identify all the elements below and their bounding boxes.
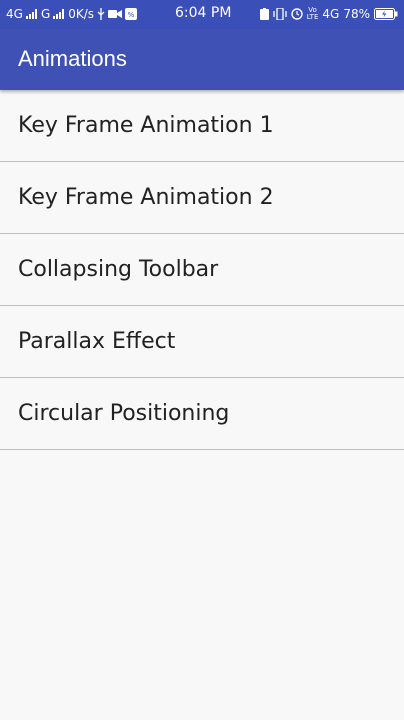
battery-percent: 78% — [343, 7, 370, 21]
status-time: 6:04 PM — [175, 5, 232, 21]
network-type-1: 4G — [6, 7, 23, 21]
list-item-circular-positioning[interactable]: Circular Positioning — [0, 378, 404, 450]
list-item-parallax-effect[interactable]: Parallax Effect — [0, 306, 404, 378]
app-toolbar: Animations — [0, 29, 404, 90]
network-type-3: 4G — [322, 7, 340, 21]
list-item-label: Parallax Effect — [18, 329, 176, 354]
status-left: 4G G 0K/s % — [6, 7, 138, 21]
list-item-collapsing-toolbar[interactable]: Collapsing Toolbar — [0, 234, 404, 306]
battery-saver-icon — [259, 8, 269, 20]
list-item-label: Circular Positioning — [18, 401, 230, 426]
vibrate-icon — [273, 8, 287, 20]
list-item-label: Collapsing Toolbar — [18, 257, 219, 282]
svg-text:%: % — [128, 11, 135, 19]
volte-label: Vo LTE — [306, 6, 319, 21]
status-bar: 4G G 0K/s % 6:04 PM Vo LTE 4G 78% — [0, 0, 404, 29]
list-item-key-frame-animation-2[interactable]: Key Frame Animation 2 — [0, 162, 404, 234]
status-right: Vo LTE 4G 78% — [259, 6, 398, 21]
notification-icon: % — [125, 8, 138, 20]
usb-icon — [97, 8, 105, 20]
list-item-key-frame-animation-1[interactable]: Key Frame Animation 1 — [0, 90, 404, 162]
toolbar-title: Animations — [18, 46, 127, 71]
network-type-2: G — [40, 7, 51, 21]
video-camera-icon — [108, 9, 123, 19]
signal-icon-2 — [53, 9, 65, 19]
list-item-label: Key Frame Animation 1 — [18, 113, 274, 138]
animation-list: Key Frame Animation 1 Key Frame Animatio… — [0, 90, 404, 450]
network-speed: 0K/s — [68, 7, 95, 21]
battery-icon — [374, 8, 398, 20]
signal-icon — [25, 9, 38, 19]
list-item-label: Key Frame Animation 2 — [18, 185, 274, 210]
alarm-icon — [291, 8, 303, 20]
